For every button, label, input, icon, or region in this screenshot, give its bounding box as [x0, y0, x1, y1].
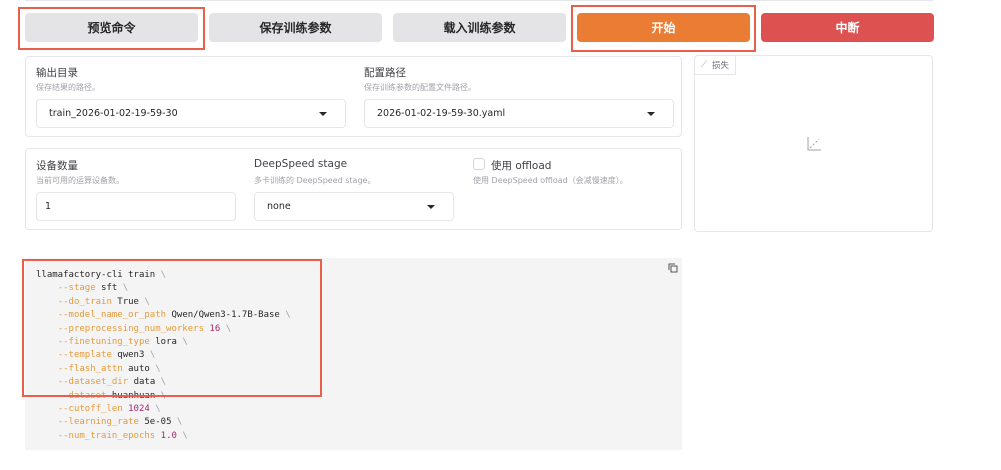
- output-config-panel: 输出目录 保存结果的路径。 train_2026-01-02-19-59-30 …: [25, 56, 682, 137]
- arg-value: True: [117, 296, 139, 307]
- code-line: --cutoff_len 1024 \: [57, 404, 161, 415]
- divider: [25, 0, 933, 1]
- arg-key: --model_name_or_path: [57, 310, 167, 321]
- code-line: --finetuning_type lora \: [57, 337, 188, 348]
- code-line: --preprocessing_num_workers 16 \: [57, 323, 232, 334]
- arg-key: --finetuning_type: [57, 337, 150, 348]
- device-count-info: 当前可用的运算设备数。: [36, 176, 124, 185]
- arg-value: 5e-05: [144, 417, 172, 428]
- save-args-button[interactable]: 保存训练参数: [209, 13, 382, 42]
- start-button[interactable]: 开始: [577, 13, 750, 42]
- arg-key: --dataset: [57, 390, 107, 401]
- preview-command-button[interactable]: 预览命令: [25, 13, 198, 42]
- ds-stage-info: 多卡训练的 DeepSpeed stage。: [254, 176, 376, 185]
- chevron-down-icon: [647, 112, 655, 116]
- arg-value: Qwen/Qwen3-1.7B-Base: [171, 310, 280, 321]
- loss-plot-panel: ⟋ 损失: [694, 55, 933, 232]
- output-dir-value: train_2026-01-02-19-59-30: [49, 108, 178, 119]
- config-path-value: 2026-01-02-19-59-30.yaml: [377, 108, 506, 119]
- chevron-down-icon: [319, 112, 327, 116]
- code-line: --stage sft \: [57, 283, 129, 294]
- ds-stage-dropdown[interactable]: none: [254, 192, 454, 221]
- device-panel: 设备数量 当前可用的运算设备数。 1 DeepSpeed stage 多卡训练的…: [25, 148, 682, 230]
- arg-value: data: [133, 377, 156, 388]
- arg-key: --cutoff_len: [57, 404, 123, 415]
- arg-value: sft: [101, 283, 118, 294]
- arg-value: 16: [209, 323, 221, 334]
- arg-key: --preprocessing_num_workers: [57, 323, 204, 334]
- arg-value: huanhuan: [111, 390, 156, 401]
- loss-plot-label: ⟋ 损失: [695, 56, 736, 75]
- arg-key: --learning_rate: [57, 417, 139, 428]
- output-dir-info: 保存结果的路径。: [36, 83, 100, 92]
- arg-value: qwen3: [117, 350, 145, 361]
- copy-icon[interactable]: [668, 263, 678, 273]
- chevron-down-icon: [427, 205, 435, 209]
- loss-plot-title: 损失: [711, 61, 729, 71]
- arg-value: auto: [128, 363, 150, 374]
- code-line: --dataset huanhuan \: [57, 390, 167, 401]
- abort-button[interactable]: 中断: [761, 13, 934, 42]
- code-line: llamafactory-cli train \: [36, 270, 167, 280]
- arg-key: --stage: [57, 283, 96, 294]
- config-path-dropdown[interactable]: 2026-01-02-19-59-30.yaml: [364, 99, 674, 128]
- config-path-info: 保存训练参数的配置文件路径。: [364, 83, 476, 92]
- ds-offload-info: 使用 DeepSpeed offload（会减慢速度）。: [473, 176, 628, 185]
- arg-key: --do_train: [57, 296, 112, 307]
- code-line: --template qwen3 \: [57, 350, 156, 361]
- ds-offload-checkbox[interactable]: [473, 158, 485, 170]
- device-count-input[interactable]: 1: [36, 192, 236, 221]
- output-dir-label: 输出目录: [36, 67, 78, 79]
- arg-value: lora: [155, 337, 177, 348]
- ds-stage-value: none: [267, 201, 291, 212]
- arg-value: 1024: [128, 404, 150, 415]
- code-line: --do_train True \: [57, 296, 150, 307]
- chart-icon: ⟋: [701, 60, 707, 70]
- code-line: --dataset_dir data \: [57, 377, 167, 388]
- arg-key: --template: [57, 350, 112, 361]
- command-name: llamafactory-cli train: [36, 270, 156, 280]
- arg-key: --dataset_dir: [57, 377, 129, 388]
- code-line: --model_name_or_path Qwen/Qwen3-1.7B-Bas…: [57, 310, 291, 321]
- ds-stage-label: DeepSpeed stage: [254, 158, 348, 170]
- output-dir-dropdown[interactable]: train_2026-01-02-19-59-30: [36, 99, 346, 128]
- code-line: --num_train_epochs 1.0 \: [57, 430, 188, 441]
- arg-value: 1.0: [160, 430, 177, 441]
- code-line: --learning_rate 5e-05 \: [57, 417, 183, 428]
- load-args-button[interactable]: 载入训练参数: [393, 13, 566, 42]
- device-count-label: 设备数量: [36, 160, 78, 172]
- empty-chart-icon: [807, 137, 821, 151]
- config-path-label: 配置路径: [364, 67, 406, 79]
- ds-offload-label: 使用 offload: [491, 160, 552, 172]
- command-preview: llamafactory-cli train \ --stage sft \ -…: [25, 258, 682, 450]
- arg-key: --num_train_epochs: [57, 430, 156, 441]
- arg-key: --flash_attn: [57, 363, 123, 374]
- code-line: --flash_attn auto \: [57, 363, 161, 374]
